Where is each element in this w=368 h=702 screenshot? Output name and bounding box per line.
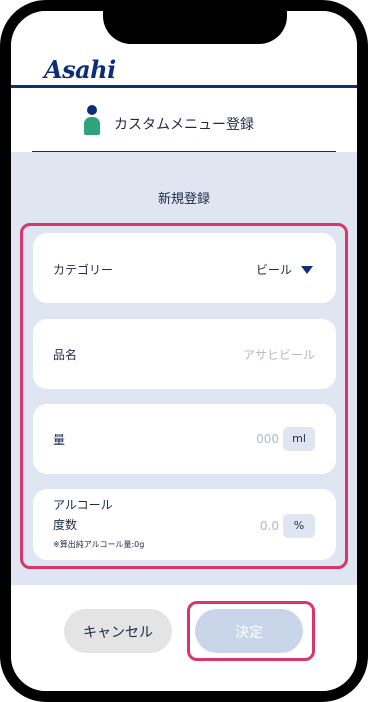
- amount-label: 量: [53, 433, 66, 447]
- product-name-card: 品名 アサヒビール: [33, 319, 336, 389]
- cancel-button[interactable]: キャンセル: [64, 609, 172, 653]
- category-value: ビール: [255, 263, 292, 277]
- alcohol-unit-badge: %: [283, 514, 315, 538]
- alcohol-label-line1: アルコール: [53, 498, 113, 512]
- confirm-button[interactable]: 決定: [195, 609, 303, 653]
- alcohol-note: ※算出純アルコール量:0g: [53, 540, 145, 549]
- page-title-area: カスタムメニュー登録: [11, 88, 357, 152]
- form-section: 新規登録 カテゴリー ビール 品名 アサヒビール 量 000 ml アルコール …: [11, 152, 357, 585]
- section-subtitle: 新規登録: [157, 192, 210, 207]
- product-name-label: 品名: [53, 348, 78, 362]
- phone-frame: Asahi カスタムメニュー登録 新規登録 カテゴリー ビール 品名 アサヒビー…: [0, 0, 368, 702]
- person-icon: [84, 105, 100, 135]
- category-label: カテゴリー: [53, 263, 114, 277]
- amount-input[interactable]: 000: [256, 432, 279, 446]
- action-footer: キャンセル 決定: [11, 585, 357, 691]
- alcohol-label-line2: 度数: [53, 518, 78, 532]
- amount-card: 量 000 ml: [33, 404, 336, 474]
- brand-logo: Asahi: [44, 55, 116, 84]
- alcohol-card: アルコール 度数 ※算出純アルコール量:0g 0.0 %: [33, 489, 336, 560]
- category-select[interactable]: カテゴリー ビール: [33, 233, 336, 303]
- caret-down-icon: [301, 266, 313, 274]
- amount-unit-badge: ml: [283, 427, 315, 451]
- page-title: カスタムメニュー登録: [114, 117, 254, 133]
- product-name-input[interactable]: アサヒビール: [243, 346, 315, 363]
- phone-notch: [103, 11, 287, 44]
- alcohol-input[interactable]: 0.0: [260, 519, 279, 533]
